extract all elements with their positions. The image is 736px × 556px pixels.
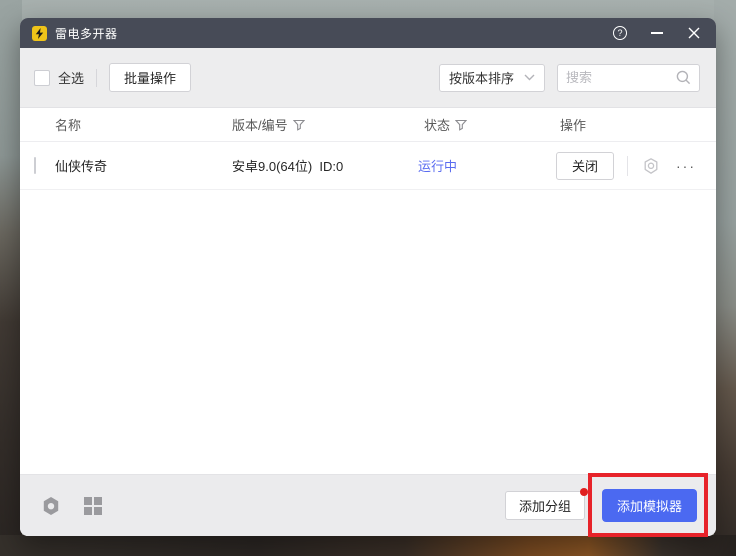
minimize-button[interactable]	[649, 25, 665, 41]
emulator-row[interactable]: 仙侠传奇 安卓9.0(64位) ID:0 运行中 关闭 ···	[20, 142, 716, 190]
table-header: 名称 版本/编号 状态 操作	[20, 108, 716, 142]
wallpaper-left-rocks	[0, 0, 22, 556]
select-all-checkbox[interactable]	[34, 70, 50, 86]
close-emulator-button[interactable]: 关闭	[556, 152, 614, 180]
emulator-version: 安卓9.0(64位) ID:0	[232, 156, 418, 175]
toolbar: 全选 批量操作 按版本排序	[20, 48, 716, 108]
search-icon	[676, 70, 691, 85]
close-icon	[688, 27, 700, 39]
app-logo-lightning-icon	[32, 26, 47, 41]
select-all-label: 全选	[58, 68, 84, 87]
annotation-highlight-box	[588, 473, 708, 537]
chevron-down-icon	[524, 74, 535, 81]
sort-dropdown-value: 按版本排序	[449, 68, 514, 87]
ldplayer-multi-instance-window: 雷电多开器 ? 全选 批量操作 按版本排序	[20, 18, 716, 536]
add-group-button[interactable]: 添加分组	[505, 491, 585, 520]
column-header-version-label: 版本/编号	[232, 115, 288, 134]
window-title: 雷电多开器	[55, 25, 118, 42]
column-header-status[interactable]: 状态	[418, 115, 556, 134]
help-button[interactable]: ?	[612, 25, 628, 41]
batch-operations-button[interactable]: 批量操作	[109, 63, 191, 92]
minimize-icon	[651, 32, 663, 34]
column-header-name[interactable]: 名称	[55, 115, 232, 134]
row-checkbox[interactable]	[34, 157, 36, 174]
column-header-status-label: 状态	[424, 115, 450, 134]
help-icon: ?	[613, 26, 627, 40]
grid-view-button[interactable]	[83, 496, 103, 516]
notification-dot	[580, 488, 588, 496]
search-box[interactable]	[557, 64, 700, 92]
column-header-action: 操作	[556, 115, 716, 134]
emulator-name: 仙侠传奇	[55, 156, 232, 175]
filter-funnel-icon[interactable]	[455, 119, 467, 131]
wallpaper-right-rocks	[714, 0, 736, 556]
sort-dropdown[interactable]: 按版本排序	[439, 64, 545, 92]
toolbar-divider	[96, 69, 97, 87]
column-header-version[interactable]: 版本/编号	[232, 115, 418, 134]
emulator-status-running: 运行中	[418, 156, 556, 175]
gear-icon	[642, 157, 660, 175]
emulator-settings-button[interactable]	[642, 157, 660, 175]
wallpaper-bottom-mountain	[0, 535, 736, 556]
filter-funnel-icon[interactable]	[293, 119, 305, 131]
titlebar[interactable]: 雷电多开器 ?	[20, 18, 716, 48]
global-settings-button[interactable]	[40, 495, 62, 517]
grid-icon	[83, 496, 103, 516]
search-input[interactable]	[566, 70, 676, 85]
nut-gear-icon	[40, 495, 62, 517]
action-divider	[627, 156, 628, 176]
close-button[interactable]	[686, 25, 702, 41]
more-options-button[interactable]: ···	[676, 159, 696, 173]
add-group-label: 添加分组	[519, 496, 571, 515]
empty-list-area	[20, 190, 716, 474]
